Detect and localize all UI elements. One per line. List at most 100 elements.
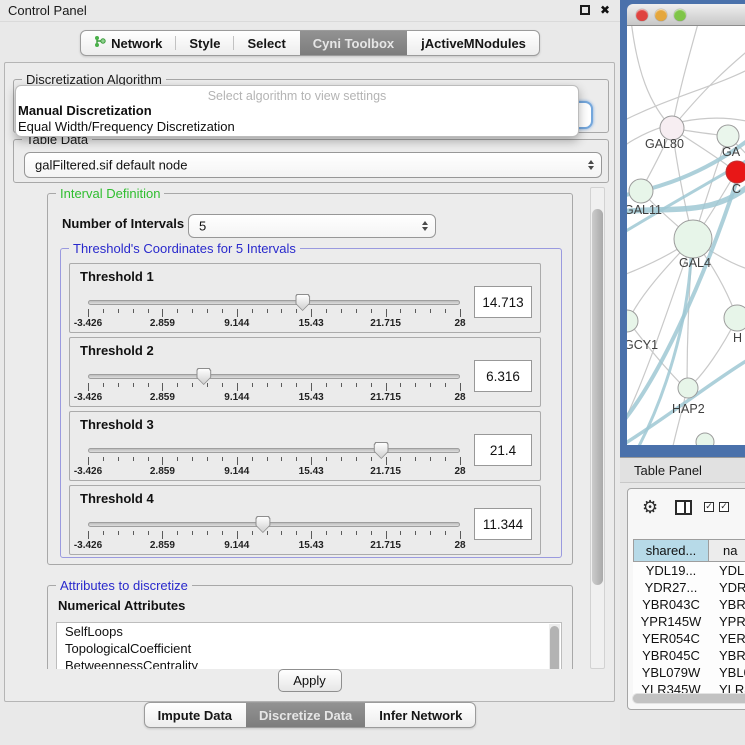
network-node-hap2[interactable] [678,378,698,398]
tab-network[interactable]: Network [81,31,175,55]
tick-mark [356,309,357,313]
node-label: GAL4 [679,256,711,270]
tab-impute-data[interactable]: Impute Data [145,703,245,727]
tick-label: 9.144 [224,392,249,403]
table-row[interactable]: YBL079WYBL0 [633,664,745,681]
slider-thumb-face [197,369,210,384]
network-node[interactable] [696,433,714,445]
table-data-combobox[interactable]: galFiltered.sif default node [24,152,602,178]
tab-discretize-data[interactable]: Discretize Data [246,703,365,727]
tab-style[interactable]: Style [176,31,233,55]
network-node-ga[interactable] [717,125,739,147]
tick-label: 21.715 [370,318,401,329]
tick-mark [400,309,401,313]
minimize-light[interactable] [655,9,667,21]
tick-mark [177,309,178,313]
slider-track[interactable] [88,448,460,453]
cell-name: YDL1 [709,562,745,579]
algorithm-option-manual-discretization[interactable]: Manual Discretization [16,103,578,119]
panel-vertical-scrollbar[interactable] [590,187,605,669]
table-row[interactable]: YBR045CYBR0 [633,647,745,664]
attribute-item-selfloops[interactable]: SelfLoops [57,623,561,640]
tick-mark [400,531,401,535]
threshold-panel: Threshold 3-3.4262.8599.14415.4321.71528… [69,411,541,481]
cell-name: YBR0 [709,596,745,613]
scrollbar-thumb[interactable] [550,626,559,669]
apply-button[interactable]: Apply [278,669,342,692]
tick-mark [296,309,297,313]
network-node-gal11[interactable] [629,179,653,203]
scrollbar-thumb[interactable] [592,209,603,585]
tick-label: 21.715 [370,392,401,403]
column-header-shared[interactable]: shared... [633,539,709,562]
slider-track[interactable] [88,300,460,305]
node-label: HAP2 [672,402,705,416]
attribute-item-topologicalcoefficient[interactable]: TopologicalCoefficient [57,640,561,657]
checkbox-icon[interactable]: ✓ [719,502,729,512]
tick-label: 21.715 [370,540,401,551]
attributes-list-scrollbar[interactable] [549,624,560,669]
tick-label: 9.144 [224,466,249,477]
network-node-h[interactable] [724,305,745,331]
tick-mark [148,531,149,535]
spinner-arrows-icon[interactable] [588,160,594,170]
slider-track[interactable] [88,374,460,379]
table-row[interactable]: YER054CYER0 [633,630,745,647]
table-horizontal-scrollbar[interactable] [632,693,745,704]
table-row[interactable]: YPR145WYPR1 [633,613,745,630]
tick-mark [222,531,223,535]
tick-mark [267,309,268,313]
algorithm-option-equal-width-frequency-discretization[interactable]: Equal Width/Frequency Discretization [16,119,578,135]
cell-shared-name: YER054C [633,630,709,647]
tick-mark [222,309,223,313]
close-light[interactable] [636,9,648,21]
table-row[interactable]: YBR043CYBR0 [633,596,745,613]
tick-label: 15.43 [299,540,324,551]
close-icon[interactable]: ✖ [600,4,610,16]
network-node-c[interactable] [726,161,745,183]
tab-infer-network[interactable]: Infer Network [366,703,475,727]
tab-cyni-toolbox[interactable]: Cyni Toolbox [300,31,407,55]
cell-name: YPR1 [709,613,745,630]
table-row[interactable]: YDR27...YDR2 [633,579,745,596]
tick-mark [207,309,208,313]
threshold-value-field[interactable]: 21.4 [474,434,532,466]
number-of-intervals-combobox[interactable]: 5 [188,214,436,238]
float-window-icon[interactable] [580,5,590,15]
slider-ticks [88,457,460,465]
attributes-items: SelfLoopsTopologicalCoefficientBetweenne… [57,623,561,669]
tick-mark [267,383,268,387]
tick-label: -3.426 [74,318,102,329]
network-window-titlebar[interactable] [627,4,745,26]
attribute-item-betweennesscentrality[interactable]: BetweennessCentrality [57,657,561,669]
tab-jactivemnodules[interactable]: jActiveMNodules [408,31,539,55]
checkbox-icon[interactable]: ✓ [704,502,714,512]
gear-icon[interactable]: ⚙ [642,497,658,518]
network-canvas[interactable]: GAL80GACGAL11GAL4GCY1HHAP2 [627,26,745,445]
zoom-light[interactable] [674,9,686,21]
tick-mark [252,383,253,387]
tab-select[interactable]: Select [234,31,298,55]
threshold-value-field[interactable]: 11.344 [474,508,532,540]
network-node-gcy1[interactable] [627,310,638,332]
tick-mark [162,457,163,465]
tick-mark [400,457,401,461]
column-header-na[interactable]: na [708,539,745,562]
slider-track[interactable] [88,522,460,527]
network-edge [627,68,745,122]
cyni-toolbox-panel: Discretization Algorithm Select algorith… [4,62,615,702]
tick-mark [445,457,446,461]
threshold-value-field[interactable]: 14.713 [474,286,532,318]
tick-mark [400,383,401,387]
network-node-gal4[interactable] [674,220,712,258]
threshold-value-field[interactable]: 6.316 [474,360,532,392]
spinner-arrows-icon[interactable] [422,221,428,231]
columns-icon[interactable] [675,500,692,515]
table-row[interactable]: YDL19...YDL1 [633,562,745,579]
scrollbar-thumb[interactable] [633,694,745,703]
tick-mark [148,309,149,313]
tick-mark [133,309,134,313]
tick-label: 9.144 [224,540,249,551]
tick-mark [430,383,431,387]
tick-mark [326,309,327,313]
